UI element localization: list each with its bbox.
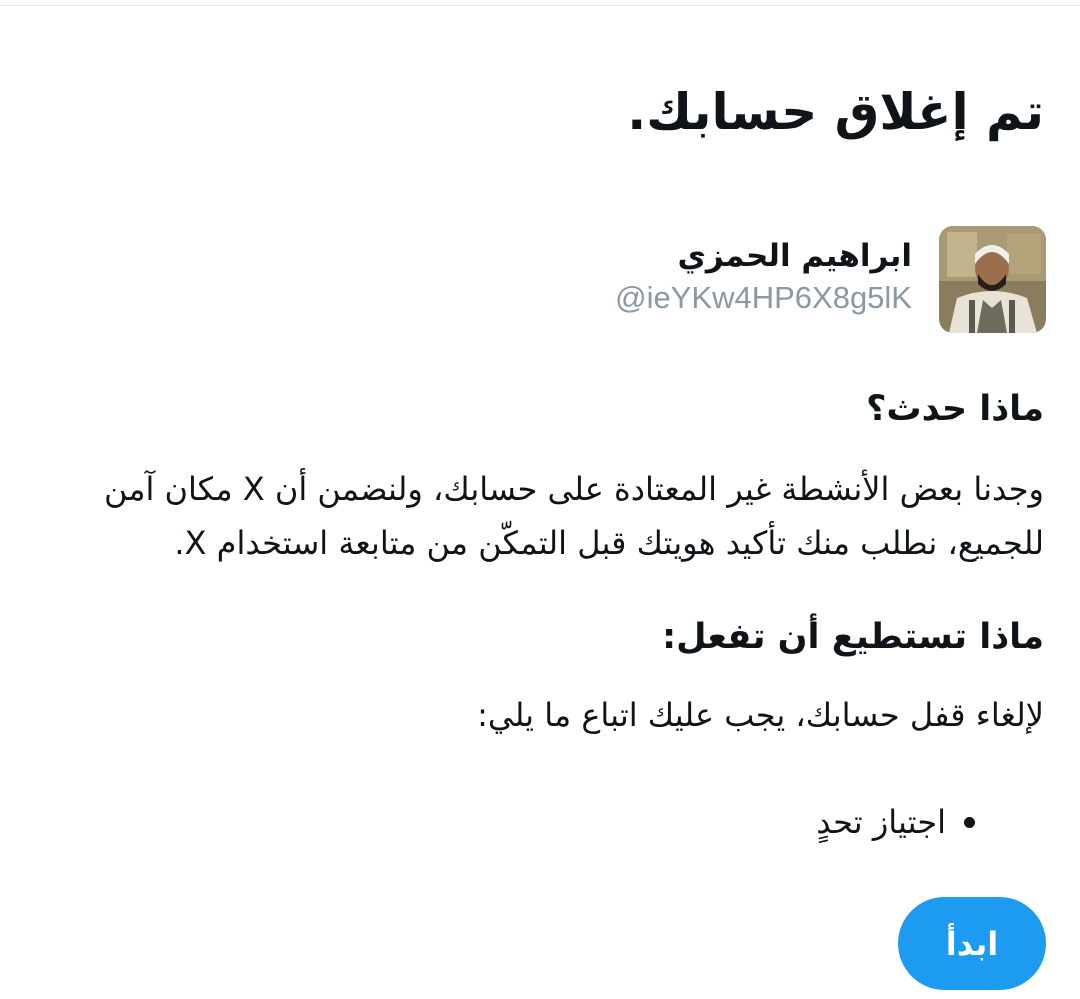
what-happened-body: وجدنا بعض الأنشطة غير المعتادة على حسابك… (103, 470, 1044, 562)
what-you-can-do-body: لإلغاء قفل حسابك، يجب عليك اتباع ما يلي: (477, 696, 1044, 734)
page-title: تم إغلاق حسابك. (627, 83, 1044, 141)
account-handle: @ieYKw4HP6X8g5lK (615, 280, 912, 315)
what-happened-heading: ماذا حدث؟ (866, 389, 1044, 429)
top-divider (0, 0, 1080, 6)
step-label: اجتياز تحدٍ (816, 803, 946, 841)
avatar (939, 226, 1046, 333)
steps-list: اجتياز تحدٍ (816, 795, 975, 849)
display-name: ابراهيم الحمزي (677, 238, 912, 274)
account-card: ابراهيم الحمزي @ieYKw4HP6X8g5lK (486, 226, 1046, 334)
start-button[interactable]: ابدأ (898, 897, 1046, 990)
what-you-can-do-heading: ماذا تستطيع أن تفعل: (662, 617, 1044, 657)
list-item: اجتياز تحدٍ (816, 795, 975, 849)
bullet-icon (964, 816, 975, 828)
